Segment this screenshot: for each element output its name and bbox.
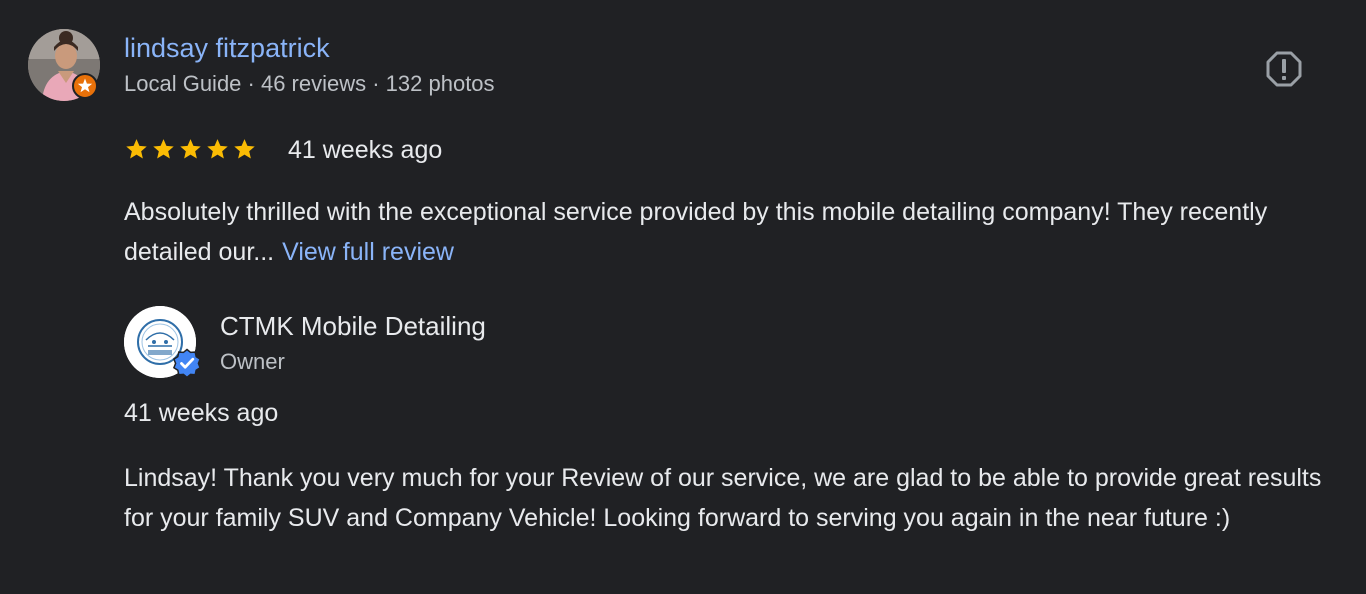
review-text: Absolutely thrilled with the exceptional… xyxy=(124,192,1344,272)
reviewer-name-link[interactable]: lindsay fitzpatrick xyxy=(124,31,330,65)
verified-check-icon xyxy=(172,348,202,378)
review-time: 41 weeks ago xyxy=(288,136,443,164)
star-icon xyxy=(207,139,228,159)
report-flag-icon[interactable] xyxy=(1265,50,1303,88)
reviewer-meta: Local Guide · 46 reviews · 132 photos xyxy=(124,71,495,96)
view-full-review-link[interactable]: View full review xyxy=(282,238,454,266)
owner-avatar[interactable] xyxy=(124,306,202,378)
reply-time: 41 weeks ago xyxy=(124,399,279,427)
star-icon xyxy=(180,139,201,159)
reviewer-avatar[interactable] xyxy=(28,29,100,101)
review-card: lindsay fitzpatrick Local Guide · 46 rev… xyxy=(0,0,1366,594)
owner-reply-text: Lindsay! Thank you very much for your Re… xyxy=(124,464,1322,532)
local-guide-badge-icon xyxy=(72,73,98,99)
star-rating xyxy=(124,134,257,164)
star-icon xyxy=(126,139,147,159)
owner-role: Owner xyxy=(220,349,285,374)
star-icon xyxy=(234,139,255,159)
star-icon xyxy=(153,139,174,159)
owner-name: CTMK Mobile Detailing xyxy=(220,311,486,341)
